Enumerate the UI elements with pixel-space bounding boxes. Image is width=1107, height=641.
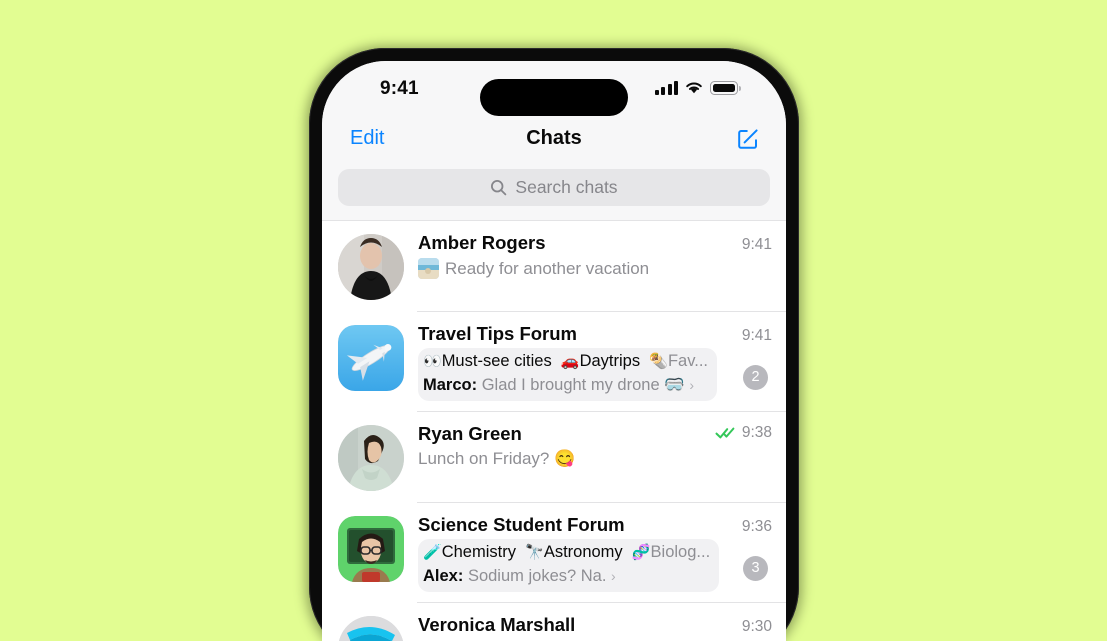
cellular-bars-icon — [654, 81, 678, 95]
status-icons — [654, 81, 741, 95]
chat-row-header: Veronica Marshall 9:30 — [418, 614, 772, 636]
forum-topics-block[interactable]: 👀Must-see cities 🚗Daytrips 🌯Fav... Marco… — [418, 348, 717, 401]
status-bar: 9:41 — [322, 61, 786, 117]
page-title: Chats — [526, 127, 582, 149]
topic-emoji: 🧬 — [631, 543, 651, 561]
chat-row-content: Amber Rogers 9:41 Ready for another vaca… — [404, 230, 772, 303]
chat-row-veronica-marshall[interactable]: Veronica Marshall 9:30 — [322, 603, 786, 641]
chat-name: Veronica Marshall — [418, 613, 576, 635]
chat-meta: 9:38 — [707, 424, 772, 442]
chat-timestamp: 9:41 — [741, 327, 772, 344]
chat-row-content: Travel Tips Forum 9:41 👀Must-see cities … — [404, 321, 772, 403]
forum-topic-list: 👀Must-see cities 🚗Daytrips 🌯Fav... — [423, 350, 708, 374]
chat-row-header: Ryan Green 9:38 — [418, 423, 772, 445]
chat-meta: 9:41 — [734, 327, 772, 345]
topic-emoji: 🧪 — [423, 543, 442, 561]
phone-screen: 9:41 Edit Chats Search chats Amber Roger… — [322, 61, 786, 641]
battery-full-icon — [710, 81, 741, 95]
topic-emoji: 🌯 — [649, 353, 668, 370]
avatar — [338, 234, 404, 300]
topic-emoji: 🚗 — [560, 353, 580, 370]
screenshot-stage: 9:41 Edit Chats Search chats Amber Roger… — [0, 0, 1107, 641]
chat-row-header: Amber Rogers 9:41 — [418, 232, 772, 254]
chat-row-header: Travel Tips Forum 9:41 — [418, 323, 772, 345]
avatar-photo-man — [338, 424, 404, 491]
chat-meta: 9:36 — [734, 518, 772, 536]
preview-text: Lunch on Friday? 😋 — [418, 448, 576, 468]
chat-timestamp: 9:36 — [741, 517, 772, 535]
message-text: Sodium jokes? Na. — [467, 566, 607, 585]
topic-emoji: 🔭 — [525, 543, 544, 561]
memoji-student-avatar-icon — [338, 515, 404, 582]
chat-row-science-student-forum[interactable]: Science Student Forum 9:36 🧪Chemistry 🔭A… — [322, 503, 786, 603]
unread-badge: 2 — [743, 364, 768, 390]
avatar — [338, 325, 404, 391]
forum-last-message: Marco: Glad I brought my drone 🥽 › — [423, 374, 708, 398]
message-sender: Alex: — [423, 566, 464, 585]
avatar-photo-person-cyan-hat — [338, 615, 404, 641]
forum-topics-block[interactable]: 🧪Chemistry 🔭Astronomy 🧬Biolog... Alex: S… — [418, 538, 720, 592]
navigation-bar: Edit Chats — [322, 117, 786, 165]
chat-row-content: Ryan Green 9:38 Lunch on Friday? 😋 — [404, 421, 772, 494]
chat-meta: 9:41 — [734, 236, 772, 254]
search-placeholder: Search chats — [515, 177, 618, 197]
avatar-photo-woman — [338, 234, 404, 300]
search-bar-container: Search chats — [322, 165, 786, 220]
preview-image-thumbnail — [418, 258, 439, 279]
message-sender: Marco: — [423, 375, 478, 394]
topic-label: Chemistry — [441, 542, 516, 561]
forum-last-message: Alex: Sodium jokes? Na. › — [423, 565, 710, 589]
chat-row-ryan-green[interactable]: Ryan Green 9:38 Lunch on Friday? 😋 — [322, 412, 786, 503]
avatar — [338, 424, 404, 491]
topic-label: Must-see cities — [441, 352, 552, 370]
dynamic-island — [480, 79, 628, 116]
avatar — [338, 515, 404, 582]
unread-badge: 3 — [743, 555, 768, 581]
chat-preview: Lunch on Friday? 😋 — [418, 449, 772, 469]
read-receipt-double-check-icon — [715, 427, 735, 439]
chat-timestamp: 9:38 — [741, 423, 772, 441]
compose-button[interactable] — [736, 127, 760, 151]
topic-emoji: 👀 — [423, 353, 442, 370]
chat-preview: Ready for another vacation — [418, 258, 772, 279]
topic-label: Biolog... — [650, 542, 711, 561]
chat-name: Ryan Green — [418, 422, 522, 444]
chat-name: Travel Tips Forum — [418, 323, 578, 344]
topic-label: Astronomy — [543, 542, 623, 561]
avatar — [338, 615, 404, 641]
status-time: 9:41 — [380, 78, 419, 99]
forum-topic-list: 🧪Chemistry 🔭Astronomy 🧬Biolog... — [423, 541, 710, 565]
message-text: Glad I brought my drone 🥽 — [481, 375, 685, 394]
topic-label: Fav... — [667, 352, 708, 370]
chat-row-amber-rogers[interactable]: Amber Rogers 9:41 Ready for another vaca… — [322, 221, 786, 312]
wifi-icon — [686, 82, 702, 94]
compose-icon — [738, 129, 758, 149]
chat-timestamp: 9:41 — [741, 236, 772, 253]
chat-timestamp: 9:30 — [741, 617, 772, 635]
chat-row-header: Science Student Forum 9:36 — [418, 514, 772, 536]
chat-row-content: Veronica Marshall 9:30 — [404, 612, 772, 641]
search-icon — [491, 179, 507, 196]
topic-label: Daytrips — [579, 352, 641, 370]
chat-meta: 9:30 — [734, 618, 772, 636]
preview-text: Ready for another vacation — [445, 258, 650, 278]
chat-name: Amber Rogers — [418, 232, 546, 253]
chat-row-travel-tips-forum[interactable]: Travel Tips Forum 9:41 👀Must-see cities … — [322, 312, 786, 412]
chat-name: Science Student Forum — [418, 513, 625, 535]
search-input[interactable]: Search chats — [338, 169, 770, 206]
chat-list: Amber Rogers 9:41 Ready for another vaca… — [322, 220, 786, 641]
airplane-avatar-icon — [338, 325, 404, 391]
beach-photo-icon — [418, 258, 439, 279]
chevron-right-icon: › — [611, 567, 616, 584]
chevron-right-icon: › — [689, 376, 695, 393]
chat-row-content: Science Student Forum 9:36 🧪Chemistry 🔭A… — [404, 512, 772, 594]
